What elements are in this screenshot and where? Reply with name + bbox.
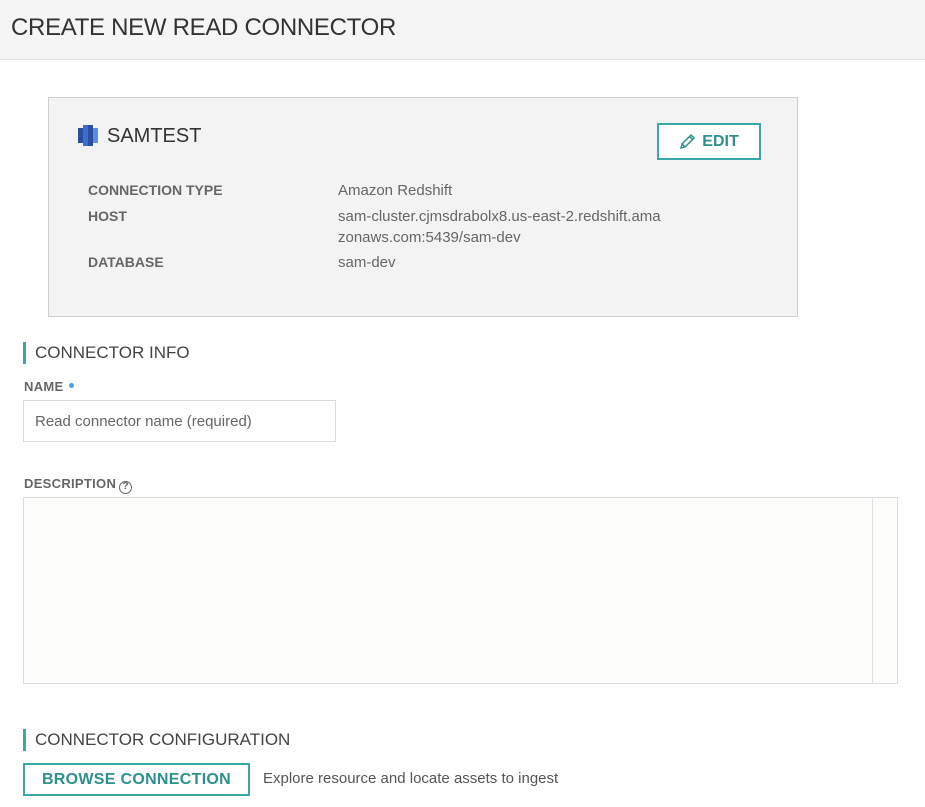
description-textarea[interactable]: [23, 497, 898, 684]
connection-type-value: Amazon Redshift: [338, 182, 453, 199]
edit-button-label: EDIT: [702, 132, 739, 150]
pencil-icon: [680, 133, 696, 150]
description-label-text: DESCRIPTION: [24, 476, 117, 491]
host-value: sam-cluster.cjmsdrabolx8.us-east-2.redsh…: [338, 208, 661, 246]
connector-configuration-section-title: CONNECTOR CONFIGURATION: [23, 729, 290, 751]
database-label: DATABASE: [88, 254, 164, 270]
amazon-redshift-icon: [78, 125, 98, 146]
page-title: CREATE NEW READ CONNECTOR: [11, 14, 396, 41]
connection-summary-card: SAMTEST EDIT CONNECTION TYPE Amazon Reds…: [48, 97, 798, 317]
host-label: HOST: [88, 208, 127, 224]
description-field-label: DESCRIPTION?: [24, 476, 133, 494]
name-field-label: NAME: [24, 379, 75, 394]
connection-type-label: CONNECTION TYPE: [88, 182, 223, 198]
help-icon[interactable]: ?: [119, 481, 133, 494]
connector-name-input[interactable]: [23, 400, 336, 442]
connection-name: SAMTEST: [107, 125, 202, 147]
name-label-text: NAME: [24, 379, 64, 394]
database-value: sam-dev: [338, 254, 396, 271]
browse-connection-hint: Explore resource and locate assets to in…: [263, 770, 559, 787]
required-indicator-icon: [69, 383, 75, 388]
edit-button[interactable]: EDIT: [657, 123, 761, 160]
browse-connection-button[interactable]: BROWSE CONNECTION: [23, 763, 250, 796]
description-scrollbar[interactable]: [872, 498, 897, 683]
connector-info-section-title: CONNECTOR INFO: [23, 342, 190, 364]
page-header: CREATE NEW READ CONNECTOR: [0, 0, 925, 60]
